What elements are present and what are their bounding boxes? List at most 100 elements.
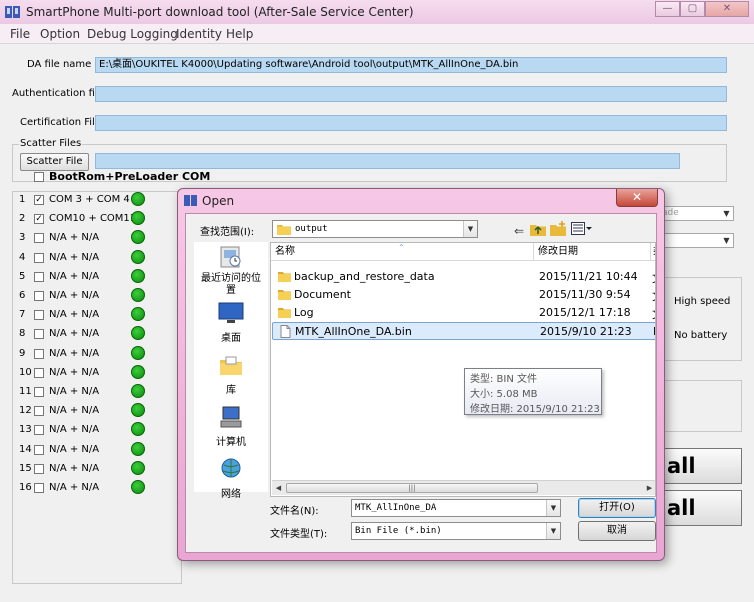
file-icon [280,325,291,338]
port-number: 11 [19,386,32,397]
port-checkbox[interactable] [34,233,44,244]
stop-all-button[interactable]: all [660,490,742,526]
port-checkbox[interactable] [34,463,44,474]
menu-identity[interactable]: Identity [176,27,222,41]
scrollbar-thumb[interactable]: ||| [286,483,538,493]
folder-row[interactable]: Document 2015/11/30 9:54 文 [272,286,655,304]
high-speed-label[interactable]: High speed [674,296,730,307]
scroll-left-icon[interactable]: ◀ [272,482,285,494]
desktop-icon [218,302,244,323]
folder-icon [277,225,291,235]
port-checkbox[interactable] [34,252,44,263]
up-folder-icon[interactable] [530,222,546,236]
place-network[interactable]: 网络 [194,458,268,500]
port-checkbox[interactable] [34,271,44,282]
cert-file-field[interactable] [95,115,727,131]
lookin-combo[interactable]: output ▼ [272,220,478,238]
port-name: COM 3 + COM 4 [49,194,130,205]
folder-row[interactable]: backup_and_restore_data 2015/11/21 10:44 文 [272,268,655,286]
chevron-down-icon[interactable]: ▼ [546,523,560,539]
scatter-file-field[interactable] [95,153,680,169]
header-checkbox[interactable] [34,172,44,182]
status-led-icon [131,480,145,494]
port-row: 9 N/A + N/A [0,345,200,365]
menu-file[interactable]: File [10,27,30,41]
port-checkbox[interactable] [34,348,44,359]
port-checkbox[interactable]: ✓ [34,214,44,225]
tooltip-type: 类型: BIN 文件 [470,374,538,385]
right-combo-1[interactable]: ade ▼ [658,206,734,221]
port-row: 8 N/A + N/A [0,326,200,345]
port-checkbox[interactable] [34,425,44,436]
port-row: 4 N/A + N/A [0,249,200,269]
right-combo-2[interactable]: ▼ [658,233,734,248]
status-led-icon [131,249,145,264]
file-date: 2015/9/10 21:23 [540,325,632,338]
auth-file-field[interactable] [95,86,727,102]
dialog-body: 查找范围(I): output ▼ ⇐ 最近访问的位置 桌面 库 计算机 网络 … [185,213,657,553]
filetype-combo[interactable]: Bin File (*.bin) ▼ [351,522,561,540]
cancel-button[interactable]: 取消 [578,521,656,541]
port-row: 5 N/A + N/A [0,268,200,288]
maximize-button[interactable]: ▢ [680,1,705,17]
status-led-icon [131,422,145,437]
place-desktop-label: 桌面 [221,333,241,344]
file-type-cut: 文 [652,288,655,304]
dialog-close-button[interactable]: ✕ [616,189,658,207]
da-file-field[interactable]: E:\桌面\OUKITEL K4000\Updating software\An… [95,57,727,73]
port-checkbox[interactable] [34,310,44,321]
status-led-icon [131,288,145,302]
close-button[interactable]: ✕ [705,1,749,17]
menu-help[interactable]: Help [226,27,253,41]
no-battery-label[interactable]: No battery [674,330,727,341]
port-checkbox[interactable] [34,483,44,493]
folder-row[interactable]: Log 2015/12/1 17:18 文 [272,304,655,322]
file-date: 2015/12/1 17:18 [539,306,631,319]
scroll-right-icon[interactable]: ▶ [643,482,655,494]
new-folder-icon[interactable] [550,221,566,236]
port-number: 2 [19,213,26,225]
file-date: 2015/11/30 9:54 [539,288,631,301]
minimize-button[interactable]: — [655,1,680,17]
port-checkbox[interactable] [34,387,44,397]
port-checkbox[interactable]: ✓ [34,195,44,205]
port-checkbox[interactable] [34,291,44,301]
horizontal-scrollbar[interactable]: ◀ ||| ▶ [272,480,655,495]
port-row: 10 N/A + N/A [0,364,200,384]
port-checkbox[interactable] [34,406,44,417]
view-menu-icon[interactable] [571,222,593,235]
file-row-selected[interactable]: MTK_AllInOne_DA.bin 2015/9/10 21:23 B [272,322,655,340]
chevron-down-icon[interactable]: ▼ [546,500,560,516]
chevron-down-icon[interactable]: ▼ [463,221,477,237]
file-type-cut: B [653,325,655,338]
menu-debug-logging[interactable]: Debug Logging [87,27,178,41]
port-row: 13 N/A + N/A [0,422,200,441]
port-number: 1 [19,194,26,205]
filetype-label: 文件类型(T): [270,529,328,540]
cert-file-label: Certification File [20,117,101,128]
port-checkbox[interactable] [34,444,44,455]
menu-option[interactable]: Option [40,27,80,41]
place-computer[interactable]: 计算机 [194,406,268,448]
port-checkbox[interactable] [34,329,44,340]
start-all-button[interactable]: all [660,448,742,484]
place-libraries[interactable]: 库 [194,354,268,396]
tooltip-modified: 修改日期: 2015/9/10 21:23 [470,404,600,415]
place-recent-label: 最近访问的位置 [201,273,261,296]
back-icon[interactable]: ⇐ [512,224,526,238]
right-blank-panel [660,380,742,432]
port-row: 1 ✓ COM 3 + COM 4 [0,192,200,211]
status-led-icon [131,403,145,418]
port-checkbox[interactable] [34,367,44,378]
chevron-down-icon: ▼ [723,209,730,218]
column-name-header[interactable]: 名称 ⌃ [271,243,534,261]
open-button[interactable]: 打开(O) [578,498,656,518]
lookin-label: 查找范围(I): [200,227,255,238]
scatter-file-button[interactable]: Scatter File [20,153,89,171]
filename-combo[interactable]: MTK_AllInOne_DA ▼ [351,499,561,517]
column-type-header[interactable]: 类 [651,243,655,261]
place-recent[interactable]: 最近访问的位置 [194,246,268,297]
place-desktop[interactable]: 桌面 [194,302,268,344]
column-date-header[interactable]: 修改日期 [534,243,651,261]
auth-file-label: Authentication file [12,88,104,99]
